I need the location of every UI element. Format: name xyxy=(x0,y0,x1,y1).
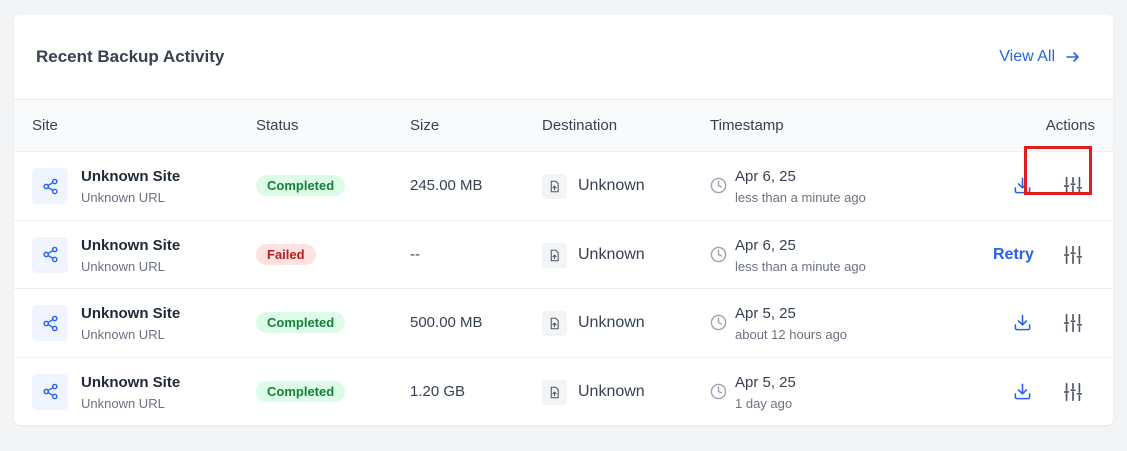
sliders-icon[interactable] xyxy=(1062,175,1084,197)
destination-label: Unknown xyxy=(578,382,645,400)
view-all-label: View All xyxy=(999,48,1055,65)
site-url: Unknown URL xyxy=(81,190,165,205)
table-row: Unknown Site Unknown URL Completed 1.20 GB U… xyxy=(14,358,1113,426)
card-header: Recent Backup Activity View All xyxy=(14,15,1113,100)
timestamp-relative: about 12 hours ago xyxy=(735,327,848,342)
column-timestamp: Timestamp xyxy=(710,117,784,134)
site-name: Unknown Site xyxy=(81,168,181,185)
site-url: Unknown URL xyxy=(81,395,165,411)
retry-button[interactable]: Retry xyxy=(993,246,1034,264)
share-icon xyxy=(32,373,68,410)
file-upload-icon xyxy=(542,379,567,405)
timestamp-relative: 1 day ago xyxy=(735,395,793,411)
table-row: Unknown Site Unknown URL Completed 500.00 M… xyxy=(14,289,1113,358)
timestamp-relative: less than a minute ago xyxy=(735,258,866,274)
card-title: Recent Backup Activity xyxy=(36,47,225,66)
sliders-icon[interactable] xyxy=(1062,312,1084,334)
arrow-right-icon xyxy=(1066,52,1079,62)
share-icon xyxy=(32,305,68,341)
timestamp-date: Apr 6, 25 xyxy=(735,168,796,185)
clock-icon xyxy=(710,383,727,400)
destination-label: Unknown xyxy=(578,245,645,263)
column-actions: Actions xyxy=(1045,117,1095,134)
site-url: Unknown URL xyxy=(81,327,165,342)
backup-size: -- xyxy=(410,245,420,263)
file-upload-icon xyxy=(542,311,567,336)
clock-icon xyxy=(710,177,727,194)
backup-size: 500.00 MB xyxy=(410,314,483,331)
table-body: Unknown Site Unknown URL Completed 245.00 M… xyxy=(14,152,1113,425)
timestamp-date: Apr 5, 25 xyxy=(735,305,796,322)
table-row: Unknown Site Unknown URL Completed 245.00 M… xyxy=(14,152,1113,221)
share-icon xyxy=(32,236,68,273)
column-site: Site xyxy=(32,117,58,134)
site-name: Unknown Site xyxy=(81,373,181,391)
column-destination: Destination xyxy=(542,117,618,134)
share-icon xyxy=(32,168,68,204)
timestamp-relative: less than a minute ago xyxy=(735,190,866,205)
file-upload-icon xyxy=(542,174,567,199)
sliders-icon[interactable] xyxy=(1062,244,1084,266)
column-status: Status xyxy=(256,117,299,134)
table-header: Site Status Size Destination Timestamp A… xyxy=(14,100,1113,152)
status-badge: Failed xyxy=(256,243,316,265)
status-badge: Completed xyxy=(256,175,346,196)
clock-icon xyxy=(710,246,727,263)
backup-size: 245.00 MB xyxy=(410,177,483,194)
site-name: Unknown Site xyxy=(81,236,181,254)
table-row: Unknown Site Unknown URL Failed -- Unknown Ap… xyxy=(14,221,1113,289)
site-url: Unknown URL xyxy=(81,258,165,274)
download-icon[interactable] xyxy=(1013,382,1032,401)
timestamp-date: Apr 6, 25 xyxy=(735,236,796,254)
timestamp-date: Apr 5, 25 xyxy=(735,373,796,391)
destination-label: Unknown xyxy=(578,314,645,331)
status-badge: Completed xyxy=(256,312,346,333)
column-size: Size xyxy=(410,117,440,134)
backup-size: 1.20 GB xyxy=(410,382,466,400)
sliders-icon[interactable] xyxy=(1062,381,1084,403)
clock-icon xyxy=(710,314,727,331)
site-name: Unknown Site xyxy=(81,305,181,322)
download-icon[interactable] xyxy=(1013,176,1032,195)
file-upload-icon xyxy=(542,242,567,268)
status-badge: Completed xyxy=(256,380,346,402)
download-icon[interactable] xyxy=(1013,313,1032,332)
backup-activity-card: Recent Backup Activity View All Site Sta… xyxy=(14,15,1113,425)
view-all-link[interactable]: View All xyxy=(999,48,1081,66)
destination-label: Unknown xyxy=(578,177,645,194)
